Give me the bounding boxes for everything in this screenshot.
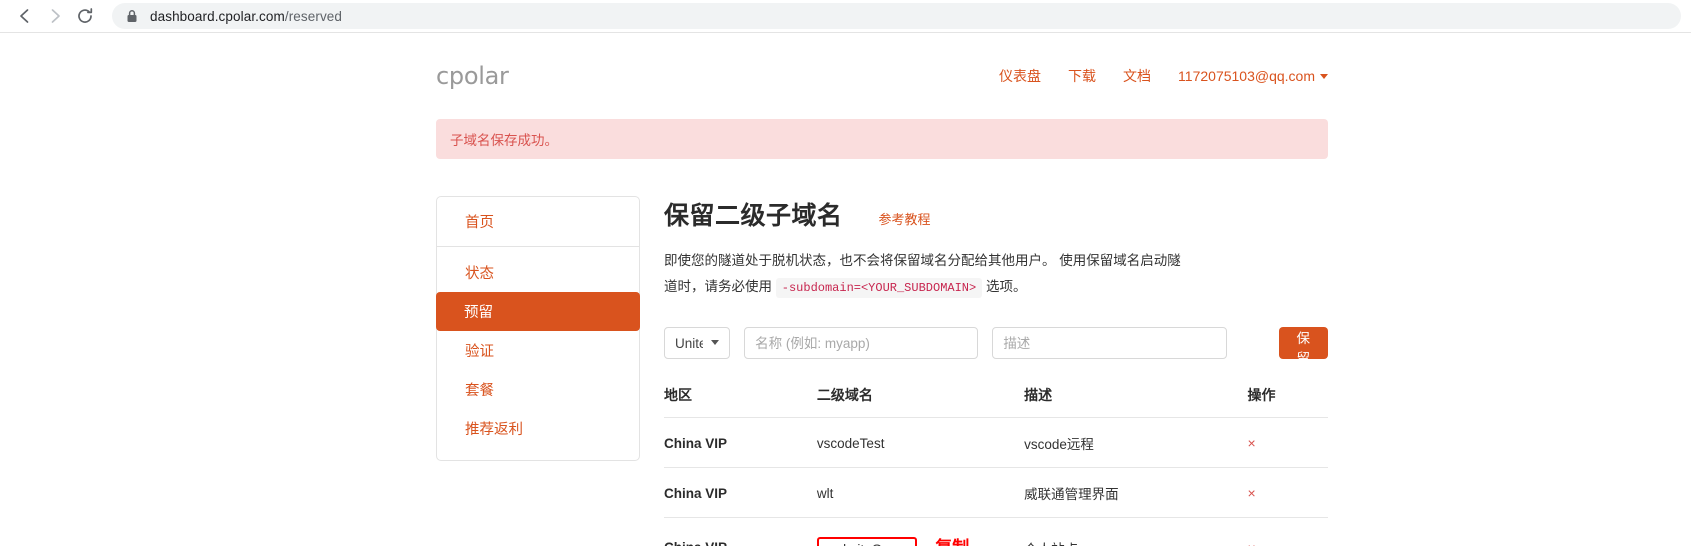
region-select-wrapper: United States (664, 327, 731, 359)
sidebar-item-plan[interactable]: 套餐 (437, 370, 639, 409)
page-body: cpolar 仪表盘 下载 文档 1172075103@qq.com 子域名保存… (0, 33, 1691, 546)
reserved-domains-table: 地区 二级域名 描述 操作 China VIP vscodeTest vscod… (664, 385, 1328, 546)
cell-subdomain-highlighted: websiteGame 复制 (816, 517, 1025, 546)
nav-item-docs[interactable]: 文档 (1123, 66, 1151, 86)
nav-item-download[interactable]: 下载 (1068, 66, 1096, 86)
cell-region: China VIP (664, 467, 817, 518)
delete-icon[interactable]: × (1247, 435, 1255, 451)
annotation-box: websiteGame (816, 537, 918, 546)
header-description: 描述 (1024, 387, 1053, 403)
main-title-row: 保留二级子域名 参考教程 (664, 196, 1328, 232)
cell-subdomain: vscodeTest (816, 417, 1025, 468)
sidebar: 首页 状态 预留 验证 套餐 推荐返利 (436, 196, 640, 461)
cell-description: vscode远程 (1024, 417, 1248, 468)
delete-icon[interactable]: × (1247, 540, 1255, 546)
delete-icon[interactable]: × (1247, 485, 1255, 501)
table-row: China VIP wlt 威联通管理界面 × (664, 467, 1328, 518)
cell-description: 威联通管理界面 (1024, 467, 1248, 518)
cell-subdomain: wlt (816, 467, 1025, 518)
sidebar-menu: 状态 预留 验证 套餐 推荐返利 (436, 247, 640, 460)
subdomain-highlight-wrapper: websiteGame 复制 (816, 533, 969, 546)
table-row: China VIP websiteGame 复制 个人站点 × (664, 517, 1328, 546)
address-bar[interactable]: dashboard.cpolar.com/reserved (112, 3, 1681, 29)
region-select[interactable]: United States (664, 327, 731, 359)
table-row: China VIP vscodeTest vscode远程 × (664, 417, 1328, 468)
page-description: 即使您的隧道处于脱机状态，也不会将保留域名分配给其他用户。 使用保留域名启动隧道… (664, 248, 1192, 301)
description-input[interactable] (992, 327, 1227, 359)
reserve-form: United States 保留 (664, 327, 1329, 366)
cell-action: × (1247, 467, 1328, 518)
reload-icon (78, 8, 93, 23)
forward-button[interactable] (40, 1, 70, 31)
tutorial-link[interactable]: 参考教程 (879, 209, 931, 228)
sidebar-item-reserved[interactable]: 预留 (436, 292, 640, 331)
cell-action: × (1247, 517, 1328, 546)
table-header-row: 地区 二级域名 描述 操作 (664, 385, 1328, 418)
main-panel: 保留二级子域名 参考教程 即使您的隧道处于脱机状态，也不会将保留域名分配给其他用… (640, 196, 1329, 546)
description-text-part2: 选项。 (985, 279, 1027, 294)
reload-button[interactable] (70, 1, 100, 31)
browser-toolbar: dashboard.cpolar.com/reserved (0, 0, 1691, 33)
alert-message: 子域名保存成功。 (450, 133, 558, 148)
name-input[interactable] (744, 327, 979, 359)
back-button[interactable] (10, 1, 40, 31)
table-body: China VIP vscodeTest vscode远程 × China VI… (664, 417, 1328, 546)
sidebar-item-referral[interactable]: 推荐返利 (437, 409, 639, 448)
page-title: 保留二级子域名 (664, 202, 843, 230)
sidebar-item-status[interactable]: 状态 (437, 253, 639, 292)
nav-item-dashboard[interactable]: 仪表盘 (999, 66, 1041, 86)
annotation-label: 复制 (935, 538, 969, 546)
table-head: 地区 二级域名 描述 操作 (664, 385, 1328, 418)
success-alert: 子域名保存成功。 (436, 119, 1328, 159)
url-host: dashboard.cpolar.com (150, 8, 285, 24)
url-path: /reserved (284, 8, 343, 24)
reserve-button[interactable]: 保留 (1278, 327, 1329, 366)
sidebar-item-verify[interactable]: 验证 (437, 331, 639, 370)
cell-region: China VIP (664, 417, 817, 468)
url-text: dashboard.cpolar.com/reserved (150, 9, 342, 24)
page-container: cpolar 仪表盘 下载 文档 1172075103@qq.com 子域名保存… (436, 33, 1329, 546)
cell-description: 个人站点 (1024, 517, 1248, 546)
account-email: 1172075103@qq.com (1178, 68, 1315, 84)
header-action: 操作 (1247, 387, 1276, 403)
account-menu[interactable]: 1172075103@qq.com (1178, 68, 1328, 84)
arrow-left-icon (20, 9, 29, 23)
chevron-down-icon (1320, 74, 1328, 79)
cell-region: China VIP (664, 517, 817, 546)
header-region: 地区 (664, 387, 692, 403)
cpolar-logo[interactable]: cpolar (436, 62, 509, 90)
top-navigation: 仪表盘 下载 文档 1172075103@qq.com (999, 66, 1328, 86)
cell-action: × (1247, 417, 1328, 468)
subdomain-code-snippet: -subdomain=<YOUR_SUBDOMAIN> (775, 278, 983, 298)
header-subdomain: 二级域名 (816, 387, 873, 403)
site-header: cpolar 仪表盘 下载 文档 1172075103@qq.com (436, 33, 1328, 97)
lock-icon (126, 9, 138, 23)
arrow-right-icon (51, 9, 60, 23)
sidebar-item-home[interactable]: 首页 (437, 197, 639, 247)
content-area: 首页 状态 预留 验证 套餐 推荐返利 保留二级子域名 参考教程 即使您的隧道处… (436, 196, 1329, 546)
